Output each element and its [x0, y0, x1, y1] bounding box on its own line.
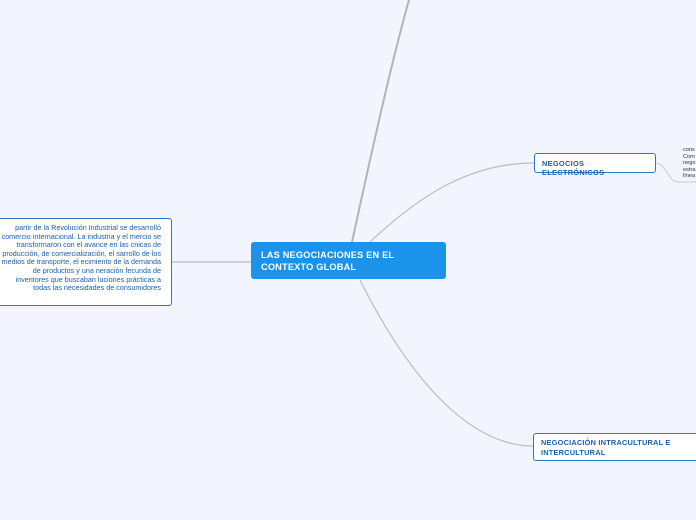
topic-revolucion-industrial-text: partir de la Revolución Industrial se de… — [1, 223, 161, 293]
topic-negocios-electronicos-label: NEGOCIOS ELECTRÓNICOS — [542, 159, 605, 177]
connector-top — [351, 0, 410, 243]
central-topic[interactable]: LAS NEGOCIACIONES EN EL CONTEXTO GLOBAL — [251, 242, 446, 279]
topic-negociacion-intracultural-label: NEGOCIACIÓN INTRACULTURAL E INTERCULTURA… — [541, 438, 671, 457]
central-topic-label: LAS NEGOCIACIONES EN EL CONTEXTO GLOBAL — [261, 250, 395, 272]
negocios-electronicos-subtopic-text[interactable]: cons Com nego estra línea — [683, 147, 696, 180]
topic-negociacion-intracultural[interactable]: NEGOCIACIÓN INTRACULTURAL E INTERCULTURA… — [533, 433, 696, 461]
connector-intracultural — [359, 279, 534, 447]
topic-negocios-electronicos[interactable]: NEGOCIOS ELECTRÓNICOS — [534, 153, 656, 177]
topic-revolucion-industrial[interactable]: partir de la Revolución Industrial se de… — [0, 218, 172, 306]
connector-negocios — [369, 162, 535, 243]
